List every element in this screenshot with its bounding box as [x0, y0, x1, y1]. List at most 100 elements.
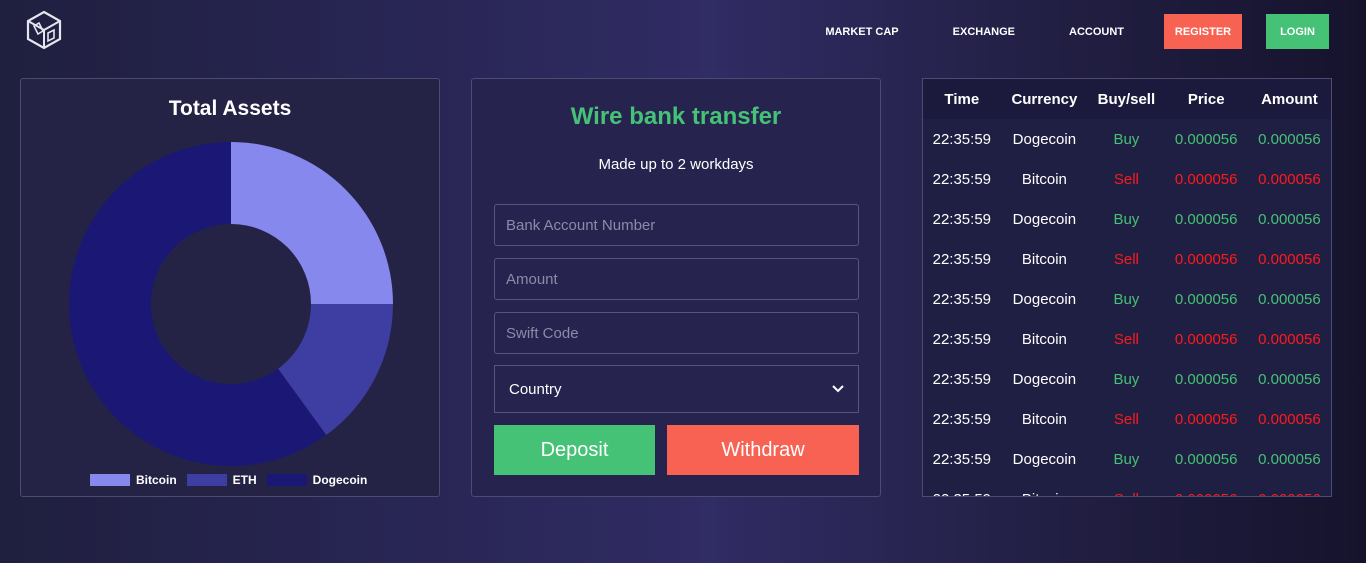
- wire-subtitle: Made up to 2 workdays: [598, 156, 754, 173]
- side-cell: Buy: [1113, 450, 1140, 468]
- wire-title: Wire bank transfer: [570, 103, 782, 130]
- side-cell: Buy: [1113, 210, 1140, 228]
- price-cell: 0.000056: [1174, 370, 1238, 388]
- amount-cell: 0.000056: [1258, 330, 1321, 348]
- amount-cell: 0.000056: [1258, 170, 1321, 188]
- swift-code-input[interactable]: [494, 312, 859, 354]
- side-cell: Buy: [1113, 130, 1140, 148]
- country-select[interactable]: Country: [494, 365, 859, 413]
- nav-market-cap[interactable]: MARKET CAP: [825, 26, 898, 38]
- table-row: 22:35:59 Dogecoin Buy 0.000056 0.000056: [923, 279, 1331, 319]
- assets-title: Total Assets: [168, 97, 292, 120]
- country-select-value: Country: [509, 380, 562, 398]
- table-row: 22:35:59 Dogecoin Buy 0.000056 0.000056: [923, 439, 1331, 479]
- assets-donut-chart: [68, 142, 393, 467]
- bank-account-input[interactable]: [494, 204, 859, 246]
- currency-cell: Bitcoin: [1021, 170, 1067, 188]
- side-cell: Sell: [1113, 410, 1139, 428]
- table-row: 22:35:59 Dogecoin Buy 0.000056 0.000056: [923, 359, 1331, 399]
- time-cell: 22:35:59: [932, 370, 991, 388]
- amount-cell: 0.000056: [1258, 130, 1321, 148]
- currency-cell: Dogecoin: [1012, 290, 1077, 308]
- trades-header-row: Time Currency Buy/sell Price Amount: [923, 79, 1331, 119]
- top-nav: MARKET CAP EXCHANGE ACCOUNT REGISTER LOG…: [825, 14, 1329, 49]
- currency-cell: Bitcoin: [1021, 330, 1067, 348]
- currency-cell: Bitcoin: [1021, 250, 1067, 268]
- chart-legend: Bitcoin ETH Dogecoin: [90, 473, 377, 487]
- table-row: 22:35:59 Dogecoin Buy 0.000056 0.000056: [923, 199, 1331, 239]
- legend-swatch-eth: [186, 474, 227, 486]
- chevron-down-icon: [832, 385, 844, 393]
- amount-cell: 0.000056: [1258, 250, 1321, 268]
- price-cell: 0.000056: [1165, 479, 1248, 497]
- time-cell: 22:35:59: [932, 170, 991, 188]
- withdraw-button[interactable]: Withdraw: [667, 425, 859, 475]
- price-cell: 0.000056: [1174, 250, 1238, 268]
- time-cell: 22:35:59: [932, 250, 991, 268]
- legend-item-bitcoin[interactable]: Bitcoin: [90, 473, 177, 487]
- logo-icon[interactable]: [24, 10, 64, 50]
- time-cell: 22:35:59: [932, 290, 991, 308]
- time-cell: 22:35:59: [932, 130, 991, 148]
- trades-table: Time Currency Buy/sell Price Amount 22:3…: [923, 79, 1331, 497]
- register-button[interactable]: REGISTER: [1164, 14, 1242, 49]
- side-cell: Sell: [1113, 250, 1139, 268]
- amount-input[interactable]: [494, 258, 859, 300]
- table-row: 22:35:59 Bitcoin Sell 0.000056 0.000056: [923, 399, 1331, 439]
- price-cell: 0.000056: [1174, 170, 1238, 188]
- side-cell: Sell: [1088, 479, 1164, 497]
- table-row: 22:35:59BitcoinSell0.0000560.000056: [923, 479, 1331, 497]
- legend-label-eth: ETH: [232, 473, 257, 487]
- currency-cell: Dogecoin: [1012, 370, 1077, 388]
- header-time: Time: [944, 90, 980, 108]
- amount-cell: 0.000056: [1258, 450, 1321, 468]
- table-row: 22:35:59 Bitcoin Sell 0.000056 0.000056: [923, 319, 1331, 359]
- amount-cell: 0.000056: [1248, 479, 1331, 497]
- price-cell: 0.000056: [1174, 130, 1238, 148]
- currency-cell: Dogecoin: [1012, 450, 1077, 468]
- time-cell: 22:35:59: [923, 479, 1001, 497]
- deposit-button[interactable]: Deposit: [494, 425, 655, 475]
- currency-cell: Bitcoin: [1001, 479, 1089, 497]
- donut-slice-bitcoin[interactable]: [231, 142, 393, 304]
- time-cell: 22:35:59: [932, 330, 991, 348]
- price-cell: 0.000056: [1174, 290, 1238, 308]
- table-row: 22:35:59 Dogecoin Buy 0.000056 0.000056: [923, 119, 1331, 159]
- legend-swatch-dogecoin: [266, 474, 307, 486]
- currency-cell: Bitcoin: [1021, 410, 1067, 428]
- trades-panel[interactable]: Time Currency Buy/sell Price Amount 22:3…: [922, 78, 1332, 497]
- legend-item-eth[interactable]: ETH: [186, 473, 257, 487]
- legend-label-bitcoin: Bitcoin: [136, 473, 177, 487]
- price-cell: 0.000056: [1174, 450, 1238, 468]
- time-cell: 22:35:59: [932, 450, 991, 468]
- currency-cell: Dogecoin: [1012, 210, 1077, 228]
- price-cell: 0.000056: [1174, 210, 1238, 228]
- total-assets-panel: Total Assets Bitcoin ETH Dogecoin: [20, 78, 440, 497]
- legend-item-dogecoin[interactable]: Dogecoin: [266, 473, 368, 487]
- side-cell: Buy: [1113, 370, 1140, 388]
- price-cell: 0.000056: [1174, 330, 1238, 348]
- legend-swatch-bitcoin: [90, 474, 130, 486]
- table-row: 22:35:59 Bitcoin Sell 0.000056 0.000056: [923, 159, 1331, 199]
- side-cell: Sell: [1113, 170, 1139, 188]
- amount-cell: 0.000056: [1258, 370, 1321, 388]
- header-currency: Currency: [1011, 90, 1078, 108]
- amount-cell: 0.000056: [1258, 210, 1321, 228]
- amount-cell: 0.000056: [1258, 290, 1321, 308]
- nav-account[interactable]: ACCOUNT: [1069, 26, 1124, 38]
- header-buy-sell: Buy/sell: [1097, 90, 1156, 108]
- table-row: 22:35:59 Bitcoin Sell 0.000056 0.000056: [923, 239, 1331, 279]
- side-cell: Sell: [1113, 330, 1139, 348]
- wire-transfer-panel: Wire bank transfer Made up to 2 workdays…: [471, 78, 881, 497]
- currency-cell: Dogecoin: [1012, 130, 1077, 148]
- legend-label-dogecoin: Dogecoin: [312, 473, 368, 487]
- header-price: Price: [1187, 90, 1225, 108]
- nav-exchange[interactable]: EXCHANGE: [953, 26, 1015, 38]
- time-cell: 22:35:59: [932, 210, 991, 228]
- side-cell: Buy: [1113, 290, 1140, 308]
- header-amount: Amount: [1261, 90, 1318, 108]
- login-button[interactable]: LOGIN: [1266, 14, 1329, 49]
- time-cell: 22:35:59: [932, 410, 991, 428]
- amount-cell: 0.000056: [1258, 410, 1321, 428]
- price-cell: 0.000056: [1174, 410, 1238, 428]
